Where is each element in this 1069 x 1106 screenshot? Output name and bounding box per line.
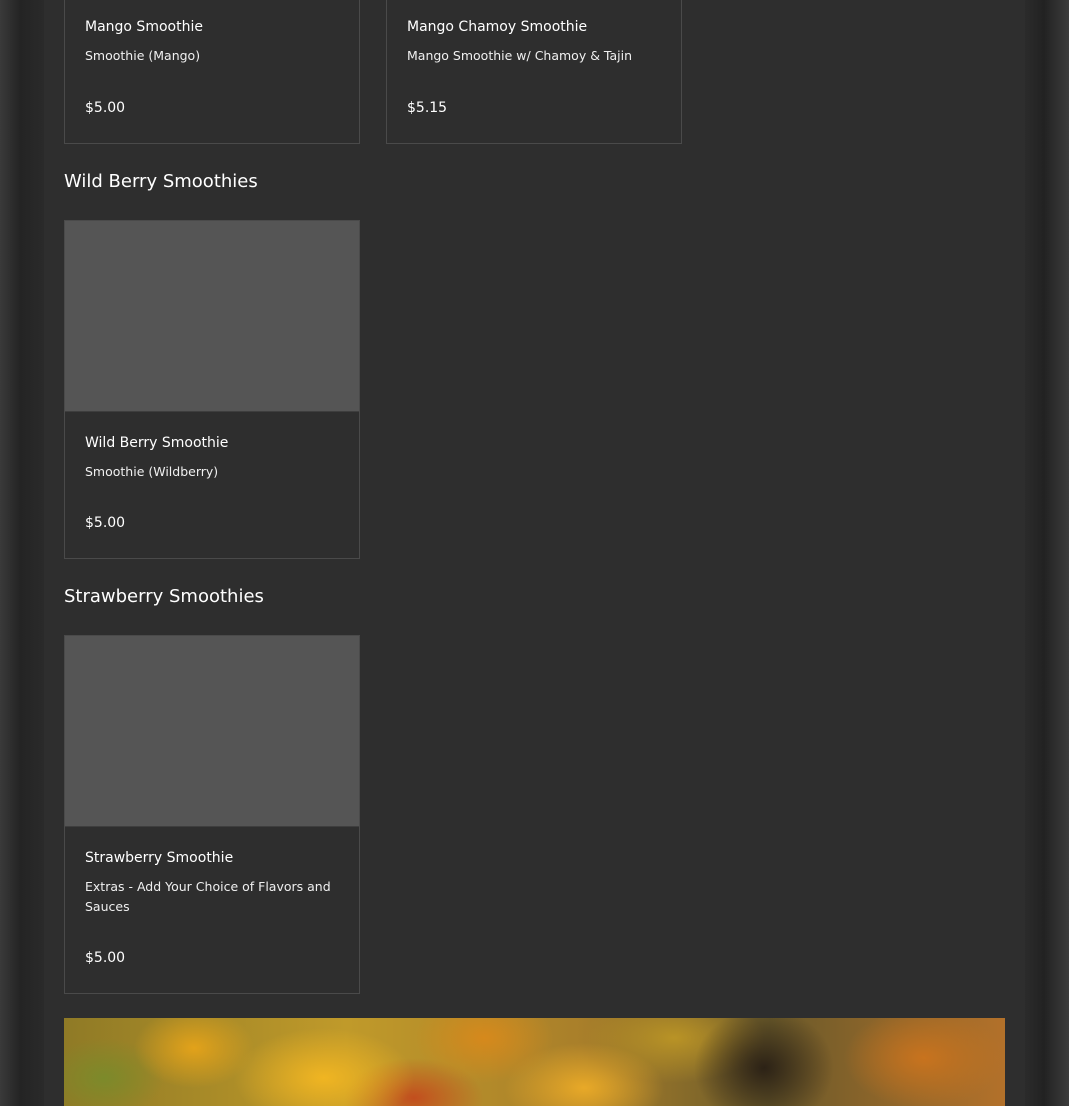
banner-image [64, 1018, 1005, 1106]
menu-item-card-mango-smoothie[interactable]: Mango Smoothie Smoothie (Mango) $5.00 [64, 0, 360, 144]
item-description: Smoothie (Mango) [85, 48, 201, 63]
item-price: $5.15 [407, 100, 448, 116]
item-image-placeholder [65, 636, 359, 827]
menu-item-card-mango-chamoy-smoothie[interactable]: Mango Chamoy Smoothie Mango Smoothie w/ … [386, 0, 682, 144]
item-description: Smoothie (Wildberry) [85, 464, 219, 479]
item-image-placeholder [65, 221, 359, 412]
item-description: Extras - Add Your Choice of Flavors and … [85, 879, 331, 914]
menu-item-card-wild-berry-smoothie[interactable]: Wild Berry Smoothie Smoothie (Wildberry)… [64, 220, 360, 559]
item-price: $5.00 [85, 100, 126, 116]
item-price: $5.00 [85, 950, 126, 966]
item-name: Mango Chamoy Smoothie [407, 19, 588, 35]
section-title-strawberry: Strawberry Smoothies [64, 586, 264, 607]
item-description: Mango Smoothie w/ Chamoy & Tajin [407, 48, 633, 63]
item-name: Wild Berry Smoothie [85, 435, 229, 451]
item-name: Mango Smoothie [85, 19, 203, 35]
item-name: Strawberry Smoothie [85, 850, 234, 866]
menu-item-card-strawberry-smoothie[interactable]: Strawberry Smoothie Extras - Add Your Ch… [64, 635, 360, 994]
menu-panel: Mango Smoothie Smoothie (Mango) $5.00 Ma… [44, 0, 1025, 1106]
item-price: $5.00 [85, 515, 126, 531]
section-title-wild-berry: Wild Berry Smoothies [64, 171, 258, 192]
